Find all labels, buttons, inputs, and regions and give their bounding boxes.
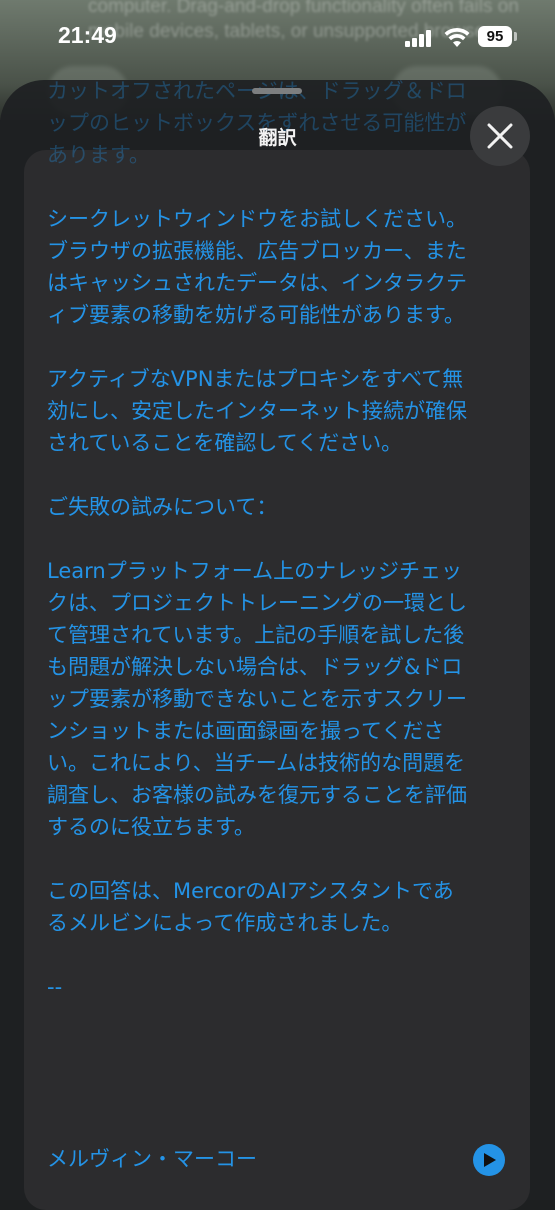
- cellular-signal-icon: [405, 29, 435, 47]
- signature-text: メルヴィン・マーコー: [47, 1147, 257, 1171]
- status-bar: 21:49 95: [0, 0, 555, 70]
- play-audio-button[interactable]: [473, 1144, 505, 1176]
- translation-text: カットオフされたページは、ドラッグ＆ドロップのヒットボックスをずれさせる可能性が…: [47, 75, 467, 1035]
- battery-icon: 95: [478, 26, 512, 47]
- translation-paragraph: Learnプラットフォーム上のナレッジチェックは、プロジェクトトレーニングの一環…: [47, 559, 467, 839]
- battery-tip: [514, 32, 517, 41]
- sheet-grabber[interactable]: [252, 88, 302, 94]
- translation-paragraph: ご失敗の試みについて：: [47, 495, 278, 519]
- close-button[interactable]: [470, 106, 530, 166]
- translation-paragraph: アクティブなVPNまたはプロキシをすべて無効にし、安定したインターネット接続が確…: [47, 367, 467, 455]
- close-icon: [487, 123, 513, 149]
- translation-separator: --: [47, 975, 63, 999]
- status-time: 21:49: [58, 22, 117, 48]
- play-icon: [484, 1153, 496, 1167]
- translation-paragraph: この回答は、MercorのAIアシスタントであるメルビンによって作成されました。: [47, 879, 454, 935]
- wifi-icon: [444, 27, 470, 47]
- translation-paragraph: シークレットウィンドウをお試しください。ブラウザの拡張機能、広告ブロッカー、また…: [47, 207, 467, 327]
